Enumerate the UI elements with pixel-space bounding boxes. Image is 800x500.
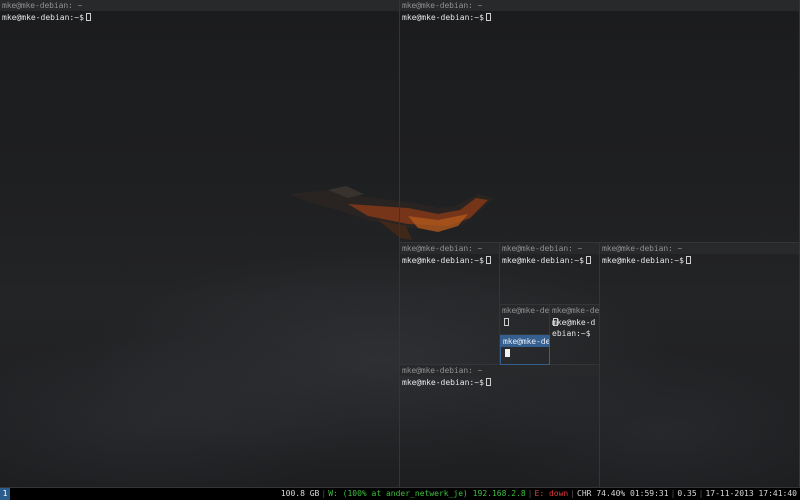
terminal-window-top-left[interactable]: mke@mke-debian: ~ mke@mke-debian:~$ <box>0 0 400 488</box>
prompt-text: mke@mke-debian:~$ <box>402 13 484 22</box>
terminal-prompt[interactable]: mke@mke-debian:~$ <box>500 254 599 267</box>
terminal-prompt[interactable] <box>501 347 549 360</box>
terminal-title: mke@mke-debian: ~ <box>500 243 599 254</box>
terminal-title: mke@mke-deb <box>500 305 549 316</box>
cursor-icon <box>485 378 491 386</box>
terminal-window-mid-center[interactable]: mke@mke-debian: ~ mke@mke-debian:~$ <box>500 243 600 305</box>
terminal-window-bottom[interactable]: mke@mke-debian: ~ mke@mke-debian:~$ <box>400 365 600 488</box>
terminal-window-mid-right[interactable]: mke@mke-debian: ~ mke@mke-debian:~$ <box>600 243 800 488</box>
terminal-prompt[interactable]: mke@mke-debian:~$ <box>400 254 499 267</box>
workspace-button[interactable]: 1 <box>0 488 10 500</box>
cursor-icon <box>485 13 491 21</box>
cursor-icon <box>505 349 510 357</box>
disk-usage: 100.8 GB <box>280 489 320 498</box>
prompt-text: mke@mke-debian:~$ <box>502 256 584 265</box>
terminal-prompt[interactable] <box>500 316 549 329</box>
cursor-icon <box>504 318 509 326</box>
prompt-text: mke@mke-debian:~$ <box>602 256 684 265</box>
prompt-text: mke@mke-d ebian:~$ <box>552 318 596 338</box>
terminal-prompt[interactable]: mke@mke-debian:~$ <box>400 376 599 389</box>
cursor-icon <box>485 256 491 264</box>
cursor-icon <box>85 13 91 21</box>
prompt-text: mke@mke-debian:~$ <box>402 256 484 265</box>
terminal-window-top-right[interactable]: mke@mke-debian: ~ mke@mke-debian:~$ <box>400 0 800 243</box>
wifi-status: W: (100% at ander_netwerk_je) 192.168.2.… <box>328 489 526 498</box>
terminal-title: mke@mke-debian: ~ <box>400 0 799 11</box>
prompt-text: mke@mke-debian:~$ <box>402 378 484 387</box>
cursor-icon <box>685 256 691 264</box>
terminal-window-mid-left[interactable]: mke@mke-debian: ~ mke@mke-debian:~$ <box>400 243 500 365</box>
cursor-icon <box>553 318 558 326</box>
prompt-text: mke@mke-debian:~$ <box>2 13 84 22</box>
battery-status: CHR 74.40% 01:59:31 <box>577 489 669 498</box>
clock: 17-11-2013 17:41:40 <box>705 489 797 498</box>
desktop: mke@mke-debian: ~ mke@mke-debian:~$ mke@… <box>0 0 800 500</box>
terminal-title: mke@mke-debian: ~ <box>600 243 799 254</box>
terminal-title: mke@mke-debian: ~ <box>0 0 399 11</box>
ethernet-status: E: down <box>534 489 569 498</box>
terminal-window-focused[interactable]: mke@mke-deb <box>500 335 550 365</box>
status-bar: 1 100.8 GB | W: (100% at ander_netwerk_j… <box>0 488 800 500</box>
terminal-window-small-left[interactable]: mke@mke-deb <box>500 305 550 335</box>
load-average: 0.35 <box>677 489 697 498</box>
terminal-title: mke@mke-debian: ~ <box>400 365 599 376</box>
status-items: 100.8 GB | W: (100% at ander_netwerk_je)… <box>279 488 799 500</box>
terminal-prompt[interactable]: mke@mke-debian:~$ <box>0 11 399 24</box>
terminal-title: mke@mke-debian: ~ <box>400 243 499 254</box>
cursor-icon <box>585 256 591 264</box>
terminal-title: mke@mke-deb <box>501 336 549 347</box>
terminal-prompt[interactable]: mke@mke-debian:~$ <box>600 254 799 267</box>
terminal-title: mke@mke-deb <box>550 305 599 316</box>
terminal-prompt[interactable]: mke@mke-debian:~$ <box>400 11 799 24</box>
terminal-window-small-right[interactable]: mke@mke-deb mke@mke-d ebian:~$ <box>550 305 600 365</box>
